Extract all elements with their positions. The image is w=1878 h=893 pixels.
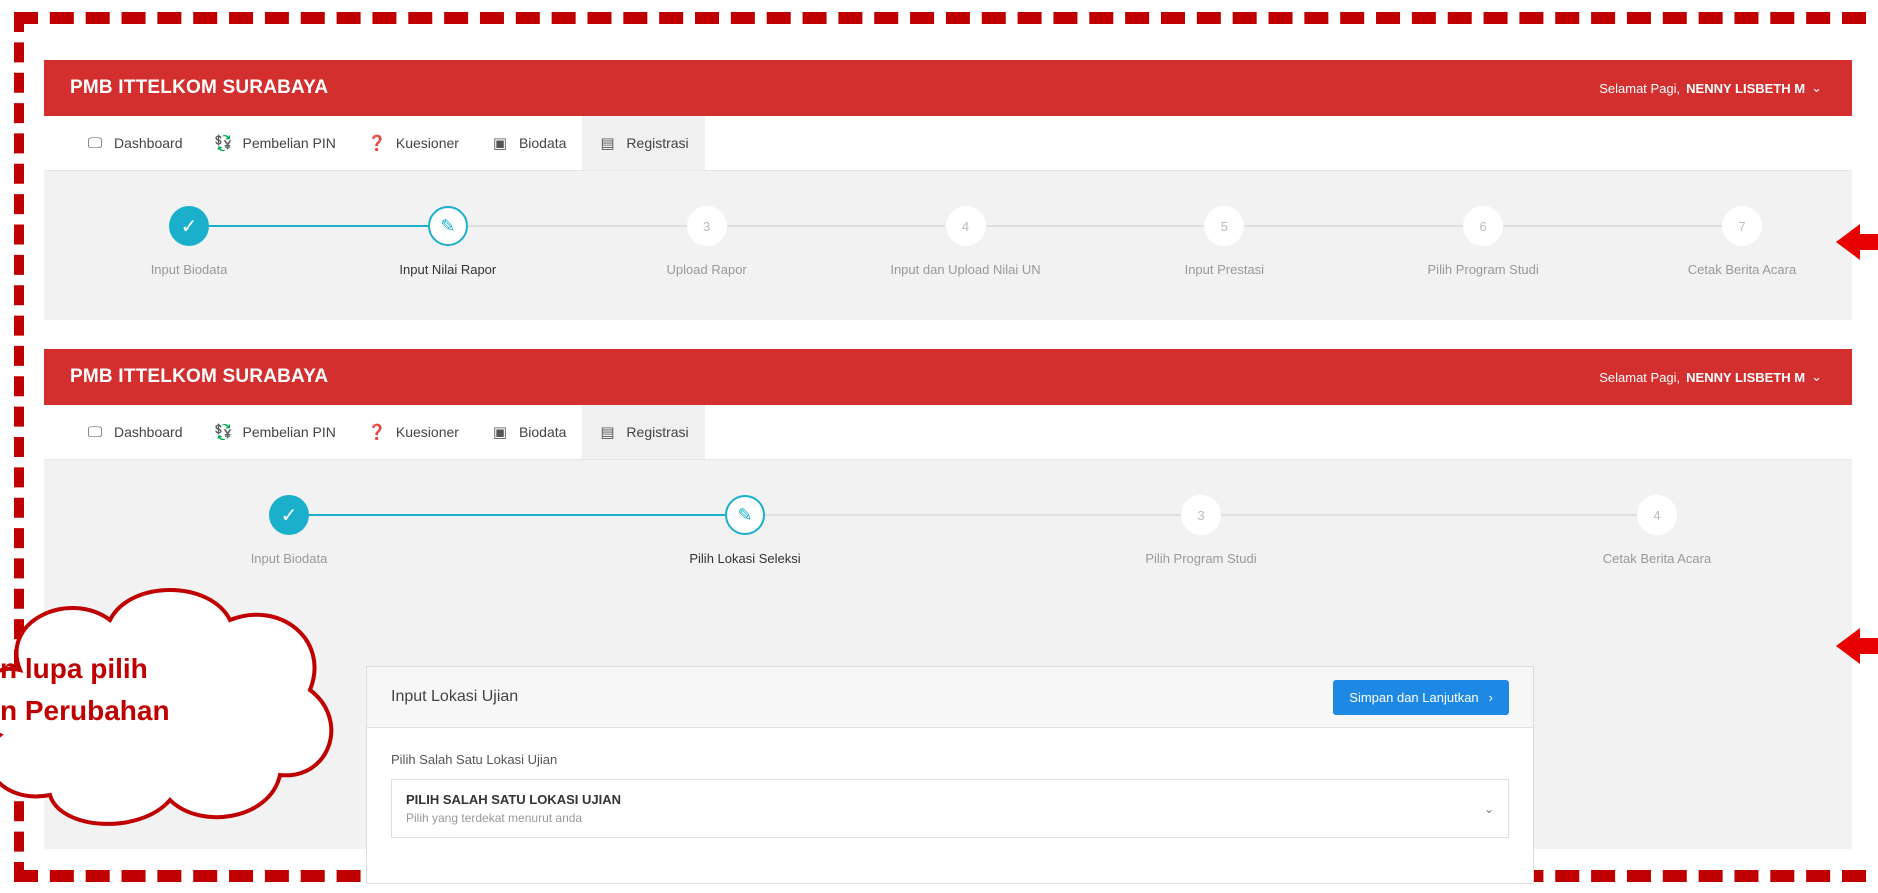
step-label: Input Prestasi	[1184, 262, 1265, 277]
nav-registrasi[interactable]: ▤ Registrasi	[582, 116, 705, 170]
user-name: NENNY LISBETH M	[1686, 80, 1806, 96]
id-card-icon: ▣	[492, 135, 508, 152]
step-label: Input Nilai Rapor	[399, 262, 497, 277]
step-label: Cetak Berita Acara	[1602, 551, 1712, 566]
step-number: 4	[1637, 495, 1677, 535]
document-icon: ▤	[600, 135, 615, 152]
step-3: 3 Pilih Program Studi	[1091, 495, 1311, 566]
brand-title: PMB ITTELKOM SURABAYA	[70, 77, 329, 98]
nav-dashboard[interactable]: 🖵 Dashboard	[70, 116, 199, 170]
step-6: 6 Pilih Program Studi	[1373, 206, 1593, 277]
select-value: PILIH SALAH SATU LOKASI UJIAN	[406, 792, 621, 807]
step-1: ✓ Input Biodata	[179, 495, 399, 566]
chevron-right-icon: ›	[1488, 689, 1493, 705]
user-menu[interactable]: Selamat Pagi, NENNY LISBETH M ⌄	[1599, 369, 1822, 385]
step-1: ✓ Input Biodata	[79, 206, 299, 277]
step-4: 4 Input dan Upload Nilai UN	[856, 206, 1076, 277]
main-nav: 🖵 Dashboard 💱 Pembelian PIN ❓ Kuesioner ▣ Bi…	[44, 405, 1852, 460]
main-nav: 🖵 Dashboard 💱 Pembelian PIN ❓ Kuesioner ▣ Bi…	[44, 116, 1852, 171]
step-number: 5	[1204, 206, 1245, 246]
lokasi-ujian-card: Input Lokasi Ujian Simpan dan Lanjutkan …	[366, 666, 1534, 884]
pencil-icon: ✎	[725, 495, 765, 535]
step-3: 3 Upload Rapor	[597, 206, 817, 277]
step-7: 7 Cetak Berita Acara	[1632, 206, 1852, 277]
top-bar: PMB ITTELKOM SURABAYA Selamat Pagi, NENN…	[44, 349, 1852, 405]
greeting-text: Selamat Pagi,	[1599, 80, 1681, 96]
step-label: Upload Rapor	[666, 262, 747, 277]
stepper-area: ✓ Input Biodata ✎ Input Nilai Rapor 3 Upload …	[44, 171, 1852, 320]
user-name: NENNY LISBETH M	[1686, 369, 1806, 385]
step-number: 3	[686, 206, 727, 246]
document-icon: ▤	[600, 424, 615, 441]
select-hint: Pilih yang terdekat menurut anda	[406, 811, 583, 825]
brand-title: PMB ITTELKOM SURABAYA	[70, 366, 329, 387]
check-icon: ✓	[269, 495, 309, 535]
step-number: 6	[1463, 206, 1504, 246]
money-icon: 💱	[214, 424, 233, 441]
card-title: Input Lokasi Ujian	[391, 688, 519, 705]
monitor-icon: 🖵	[87, 423, 103, 441]
nav-kuesioner[interactable]: ❓ Kuesioner	[352, 116, 475, 170]
step-number: 3	[1181, 495, 1221, 535]
step-2: ✎ Pilih Lokasi Seleksi	[635, 495, 855, 566]
nav-pembelian-pin[interactable]: 💱 Pembelian PIN	[199, 405, 352, 459]
money-icon: 💱	[214, 135, 233, 152]
card-header: Input Lokasi Ujian Simpan dan Lanjutkan …	[367, 667, 1533, 728]
step-number: 4	[945, 206, 986, 246]
nav-dashboard[interactable]: 🖵 Dashboard	[70, 405, 199, 459]
pencil-icon: ✎	[427, 206, 468, 246]
nav-registrasi[interactable]: ▤ Registrasi	[582, 405, 705, 459]
chevron-down-icon: ⌄	[1483, 801, 1494, 816]
callout-text: n lupa pilih n Perubahan	[0, 653, 170, 726]
step-label: Pilih Lokasi Seleksi	[689, 551, 801, 566]
step-5: 5 Input Prestasi	[1114, 206, 1334, 277]
field-label: Pilih Salah Satu Lokasi Ujian	[391, 752, 558, 767]
help-icon: ❓	[367, 424, 387, 441]
user-menu[interactable]: Selamat Pagi, NENNY LISBETH M ⌄	[1599, 80, 1822, 96]
chevron-down-icon: ⌄	[1811, 369, 1822, 384]
greeting-text: Selamat Pagi,	[1599, 369, 1681, 385]
step-label: Pilih Program Studi	[1145, 551, 1257, 566]
step-label: Input Biodata	[150, 262, 228, 277]
card-body: Pilih Salah Satu Lokasi Ujian PILIH SALA…	[367, 728, 1533, 862]
step-number: 7	[1722, 206, 1762, 246]
step-label: Pilih Program Studi	[1427, 262, 1539, 277]
monitor-icon: 🖵	[87, 134, 103, 152]
lokasi-ujian-select[interactable]: PILIH SALAH SATU LOKASI UJIAN Pilih yang…	[391, 779, 1509, 838]
nav-biodata[interactable]: ▣ Biodata	[475, 405, 582, 459]
step-label: Cetak Berita Acara	[1687, 262, 1797, 277]
save-continue-button[interactable]: Simpan dan Lanjutkan ›	[1333, 679, 1509, 715]
check-icon: ✓	[169, 206, 209, 246]
nav-biodata[interactable]: ▣ Biodata	[475, 116, 582, 170]
top-bar: PMB ITTELKOM SURABAYA Selamat Pagi, NENN…	[44, 60, 1852, 116]
chevron-down-icon: ⌄	[1811, 80, 1822, 95]
nav-kuesioner[interactable]: ❓ Kuesioner	[352, 405, 475, 459]
step-label: Input dan Upload Nilai UN	[890, 262, 1041, 277]
nav-pembelian-pin[interactable]: 💱 Pembelian PIN	[199, 116, 352, 170]
step-4: 4 Cetak Berita Acara	[1547, 495, 1767, 566]
help-icon: ❓	[367, 135, 387, 152]
id-card-icon: ▣	[492, 424, 508, 441]
screenshot-panel-1: PMB ITTELKOM SURABAYA Selamat Pagi, NENN…	[44, 60, 1852, 320]
step-2: ✎ Input Nilai Rapor	[338, 206, 558, 277]
